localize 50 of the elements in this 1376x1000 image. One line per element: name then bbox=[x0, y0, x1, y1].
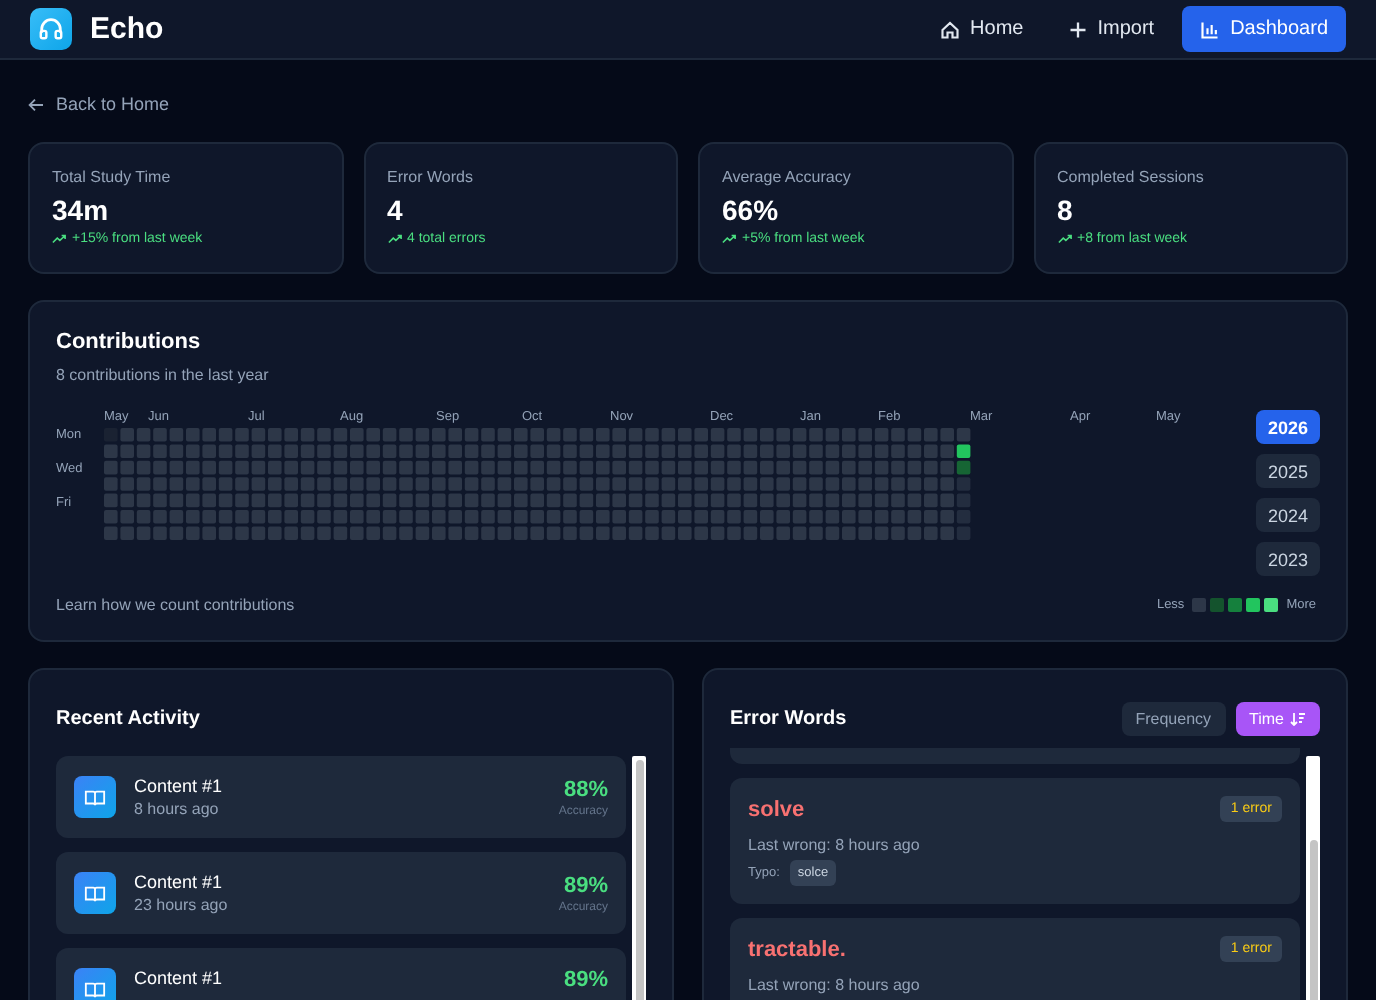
stat-label: Completed Sessions bbox=[1057, 168, 1206, 186]
trend-up-icon bbox=[1057, 234, 1071, 244]
headphones-logo-icon bbox=[30, 8, 72, 50]
arrow-left-icon bbox=[28, 97, 44, 111]
sort-icon bbox=[1290, 711, 1306, 725]
help-link[interactable]: Learn how we count contributions bbox=[56, 596, 295, 614]
back-link[interactable]: Back to Home bbox=[28, 94, 170, 114]
accuracy-value: 89% bbox=[563, 873, 608, 897]
stat-value: 4 bbox=[387, 194, 405, 226]
activity-item[interactable]: Content #1 89% bbox=[56, 948, 626, 1000]
error-word: tractable. bbox=[748, 937, 846, 961]
panel-subtitle: 8 contributions in the last year bbox=[56, 366, 271, 384]
trend-up-icon bbox=[52, 234, 66, 244]
book-icon bbox=[74, 872, 116, 914]
book-icon bbox=[74, 776, 116, 818]
panel-title: Error Words bbox=[730, 707, 847, 729]
sort-tab[interactable]: Frequency bbox=[1121, 701, 1226, 735]
stat-label: Total Study Time bbox=[52, 168, 173, 186]
activity-title: Content #1 bbox=[134, 776, 223, 796]
trend-up-icon bbox=[387, 234, 401, 244]
last-wrong-time: Last wrong: 8 hours ago bbox=[748, 976, 922, 994]
bar-chart-icon bbox=[1200, 19, 1221, 39]
activity-time: 8 hours ago bbox=[134, 800, 221, 818]
year-button[interactable]: 2024 bbox=[1256, 498, 1320, 532]
sort-tab[interactable]: Time bbox=[1235, 701, 1320, 735]
activity-title: Content #1 bbox=[134, 872, 225, 892]
activity-time: 23 hours ago bbox=[134, 896, 228, 914]
plus-icon bbox=[1067, 19, 1088, 39]
stat-label: Error Words bbox=[387, 168, 475, 186]
year-button[interactable]: 2025 bbox=[1256, 454, 1320, 488]
error-word: solve bbox=[748, 797, 805, 821]
book-icon bbox=[74, 968, 116, 1000]
nav-link[interactable]: Dashboard bbox=[1182, 6, 1346, 52]
year-button[interactable]: 2026 bbox=[1256, 410, 1320, 444]
activity-title: Content #1 bbox=[134, 968, 223, 988]
stat-label: Average Accuracy bbox=[722, 168, 853, 186]
trend-up-icon bbox=[722, 234, 736, 244]
last-wrong-time: Last wrong: 8 hours ago bbox=[748, 836, 922, 854]
stat-value: 34m bbox=[52, 194, 111, 226]
nav-link[interactable]: Import bbox=[1051, 6, 1171, 52]
accuracy-value: 88% bbox=[563, 777, 608, 801]
stat-value: 8 bbox=[1057, 194, 1075, 226]
app-name: Echo bbox=[90, 12, 164, 46]
accuracy-value: 89% bbox=[563, 968, 608, 992]
nav-link[interactable]: Home bbox=[924, 6, 1040, 52]
panel-title: Contributions bbox=[56, 330, 203, 354]
panel-title: Recent Activity bbox=[56, 707, 200, 729]
home-icon bbox=[940, 19, 961, 39]
stat-value: 66% bbox=[722, 194, 781, 226]
year-button[interactable]: 2023 bbox=[1256, 542, 1320, 576]
